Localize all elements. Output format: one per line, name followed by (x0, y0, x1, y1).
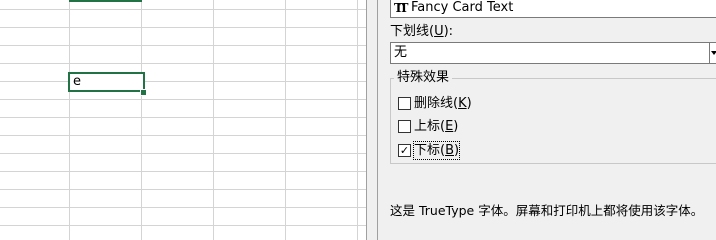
truetype-icon: TT (394, 1, 409, 15)
pane-gap (367, 0, 377, 240)
font-list-item-selected[interactable]: TT Fancy Card Text (390, 0, 716, 18)
font-dialog-panel: TT Fancy Card Text 下划线(U): 无 特殊效果 删除线(K)… (378, 0, 716, 240)
spreadsheet-grid[interactable]: e (0, 0, 366, 240)
underline-label: 下划线(U): (390, 24, 454, 39)
strikethrough-checkbox[interactable] (398, 97, 411, 110)
checkmark-icon: ✓ (399, 144, 410, 157)
underline-select[interactable]: 无 (390, 42, 716, 64)
subscript-label[interactable]: 下标(B) (412, 141, 461, 160)
active-cell[interactable]: e (68, 72, 145, 92)
font-name: Fancy Card Text (411, 0, 514, 15)
underline-select-value: 无 (394, 45, 408, 60)
subscript-checkbox[interactable]: ✓ (398, 144, 411, 157)
fill-handle[interactable] (140, 89, 147, 96)
chevron-down-icon[interactable] (709, 43, 716, 63)
superscript-label[interactable]: 上标(E) (414, 118, 458, 135)
strikethrough-label[interactable]: 删除线(K) (414, 95, 472, 112)
selected-column-indicator (69, 0, 142, 2)
effects-group-title: 特殊效果 (394, 70, 453, 86)
font-description: 这是 TrueType 字体。屏幕和打印机上都将使用该字体。 (390, 203, 704, 218)
superscript-checkbox[interactable] (398, 120, 411, 133)
